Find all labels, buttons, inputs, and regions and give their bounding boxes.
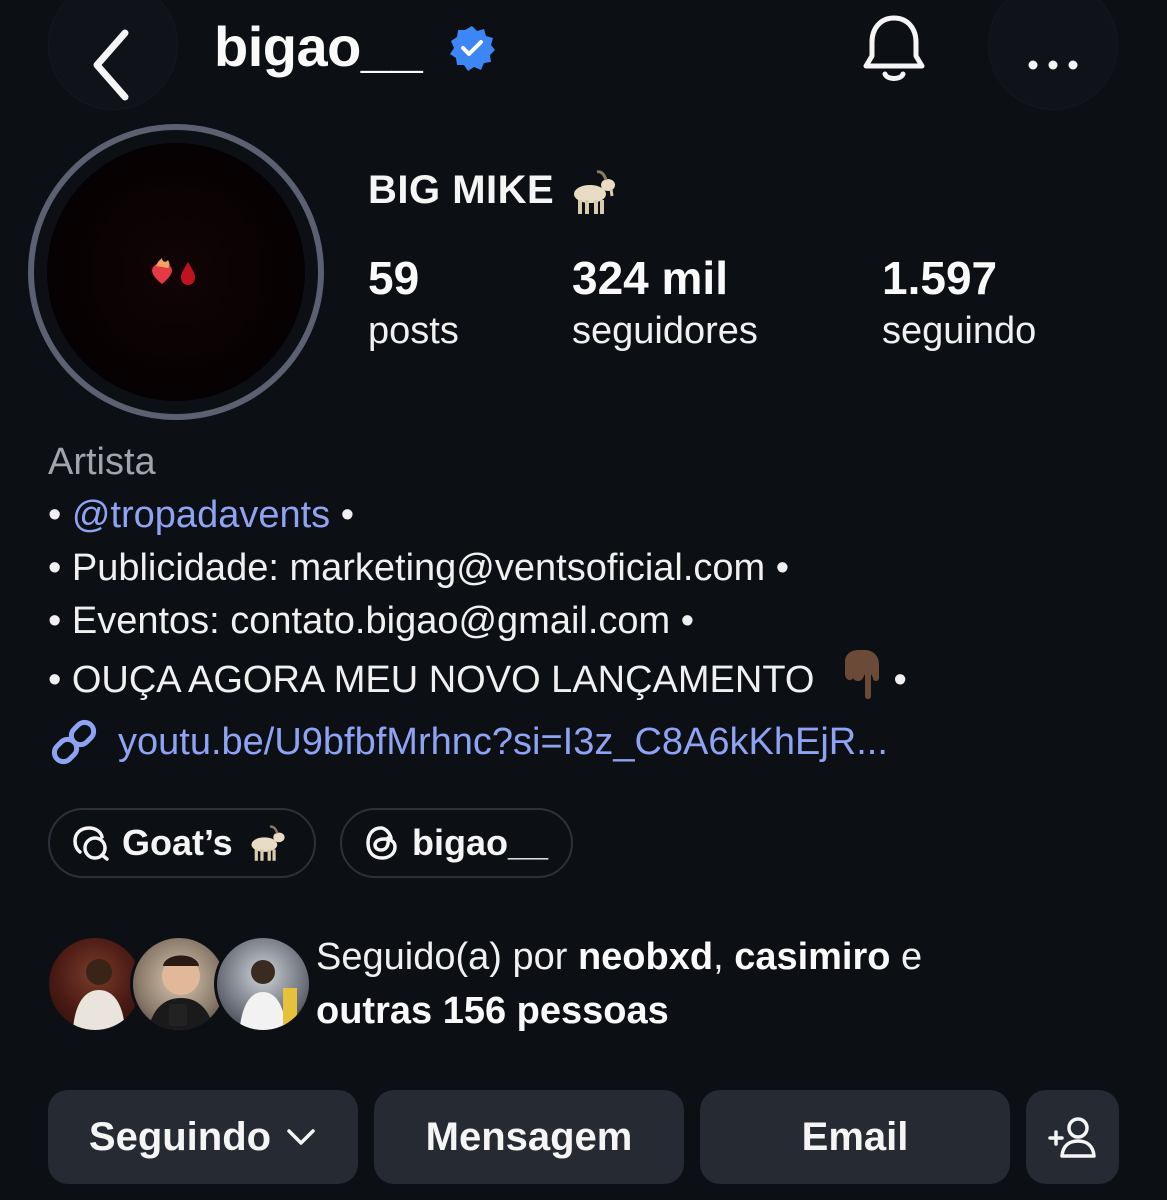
follower-name-2: casimiro — [734, 936, 891, 978]
bio-line-release: • OUÇA AGORA MEU NOVO LANÇAMENTO • — [48, 648, 907, 707]
chip-broadcast-label: Goat’s — [122, 822, 233, 863]
bio: Artista • @tropadavents • • Publicidade:… — [48, 436, 907, 707]
message-button[interactable]: Mensagem — [374, 1090, 684, 1184]
followed-conjunction: e — [890, 936, 923, 978]
pointing-down-emoji — [844, 650, 879, 699]
stat-following-label: seguindo — [882, 310, 1037, 352]
chip-threads-label: bigao__ — [412, 822, 549, 863]
bio-line-advertising: • Publicidade: marketing@ventsoficial.co… — [48, 547, 790, 589]
add-person-icon — [1047, 1117, 1096, 1158]
email-button[interactable]: Email — [700, 1090, 1010, 1184]
stat-following-value: 1.597 — [882, 252, 998, 304]
display-name-text: BIG MIKE — [368, 168, 555, 212]
bio-bullet: • — [330, 494, 355, 536]
heart-on-fire-and-drop-emoji — [152, 258, 195, 285]
followed-separator: , — [713, 936, 735, 978]
chevron-left-icon — [93, 29, 129, 101]
stat-followers[interactable]: 324 mil seguidores — [572, 252, 758, 358]
display-name: BIG MIKE — [368, 168, 618, 216]
verified-badge-icon — [450, 26, 495, 71]
more-options-button[interactable] — [988, 0, 1118, 110]
bio-release-text: • OUÇA AGORA MEU NOVO LANÇAMENTO — [48, 659, 825, 701]
broadcast-channel-icon — [73, 826, 109, 861]
bell-icon[interactable] — [860, 12, 928, 84]
threads-icon — [366, 826, 397, 860]
suggest-people-button[interactable] — [1026, 1090, 1119, 1184]
bio-line-mention: • @tropadavents • — [48, 489, 907, 542]
following-button[interactable]: Seguindo — [48, 1090, 358, 1184]
chevron-down-icon — [287, 1129, 315, 1145]
bio-mention-link[interactable]: @tropadavents — [72, 494, 330, 536]
person-silhouette-icon — [239, 960, 297, 1030]
bio-line-events: • Eventos: contato.bigao@gmail.com • — [48, 600, 695, 642]
back-button[interactable] — [48, 0, 178, 110]
following-button-label: Seguindo — [88, 1114, 272, 1159]
bio-bullet: • — [882, 659, 907, 701]
bio-link-text: youtu.be/U9bfbfMrhnc?si=I3z_C8A6kKhEjR..… — [118, 720, 888, 763]
stat-followers-label: seguidores — [572, 310, 758, 352]
stat-posts-label: posts — [368, 310, 459, 352]
bio-category: Artista — [48, 441, 156, 483]
stat-posts[interactable]: 59 posts — [368, 252, 459, 358]
profile-page: bigao__ BIG MIKE 59 posts 324 mil seguid… — [0, 0, 1167, 1200]
chip-broadcast-channel[interactable]: Goat’s — [48, 808, 316, 878]
followed-prefix: Seguido(a) por — [316, 936, 578, 978]
chip-threads[interactable]: bigao__ — [340, 808, 573, 878]
more-horizontal-icon — [1028, 60, 1078, 70]
mutual-followers-text[interactable]: Seguido(a) por neobxd, casimiro e outras… — [316, 930, 1136, 1038]
avatar — [214, 935, 312, 1033]
followed-others: outras 156 pessoas — [316, 990, 669, 1032]
email-button-label: Email — [801, 1114, 909, 1159]
goat-emoji — [251, 825, 285, 861]
stat-following[interactable]: 1.597 seguindo — [882, 252, 1036, 358]
message-button-label: Mensagem — [425, 1114, 633, 1159]
bio-bullet: • — [48, 494, 72, 536]
header-username: bigao__ — [214, 15, 423, 78]
bio-external-link[interactable]: youtu.be/U9bfbfMrhnc?si=I3z_C8A6kKhEjR..… — [48, 716, 888, 768]
link-icon — [51, 719, 97, 765]
stat-posts-value: 59 — [368, 252, 420, 304]
follower-name-1: neobxd — [577, 936, 714, 978]
stat-followers-value: 324 mil — [572, 252, 728, 304]
goat-emoji — [573, 170, 615, 215]
mutual-followers-avatars[interactable] — [46, 935, 312, 1035]
